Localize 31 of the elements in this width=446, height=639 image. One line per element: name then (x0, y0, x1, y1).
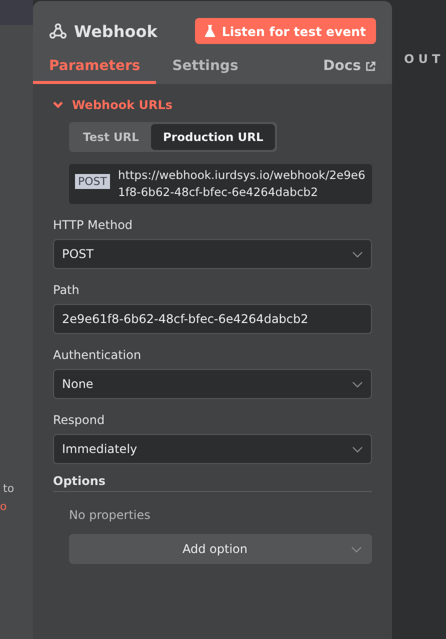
options-title: Options (53, 474, 372, 492)
method-badge: POST (75, 174, 110, 189)
canvas-text: o (0, 499, 8, 514)
chevron-down-icon (351, 546, 362, 552)
docs-link[interactable]: Docs (323, 58, 376, 84)
field-label: HTTP Method (53, 218, 134, 232)
external-link-icon (365, 60, 376, 72)
url-tab[interactable]: Test URL (71, 124, 151, 150)
select-field[interactable]: None (53, 369, 372, 399)
field-label: Path (53, 283, 80, 297)
section-title[interactable]: Webhook URLs (72, 98, 172, 112)
select-field[interactable]: Immediately (53, 434, 372, 464)
top-bar (0, 0, 33, 25)
url-tab[interactable]: Production URL (150, 124, 276, 150)
output-heading: OUT (404, 52, 444, 66)
input-field[interactable]: 2e9e61f8-6b62-48cf-bfec-6e4264dabcb2 (53, 304, 372, 334)
chevron-down-icon (352, 380, 363, 388)
field-label: Respond (53, 413, 106, 427)
empty-text: No properties (69, 508, 152, 522)
webhook-url: https://webhook.iurdsys.io/webhook/2e9e61f8-6b62-48cf-bfec-6e4264dabcb2 (118, 167, 366, 201)
chevron-down-icon (352, 250, 363, 258)
add-option-button[interactable]: Add option (69, 534, 372, 564)
field-label: Authentication (53, 348, 142, 362)
flask-icon (204, 25, 215, 37)
webhook-icon (49, 22, 67, 40)
tab[interactable]: Settings (156, 52, 254, 84)
chevron-down-icon (352, 446, 363, 452)
select-field[interactable]: POST (53, 239, 372, 269)
node-title: Webhook (74, 22, 158, 40)
chevron-down-icon[interactable] (53, 101, 63, 109)
canvas-text: to (3, 481, 16, 496)
